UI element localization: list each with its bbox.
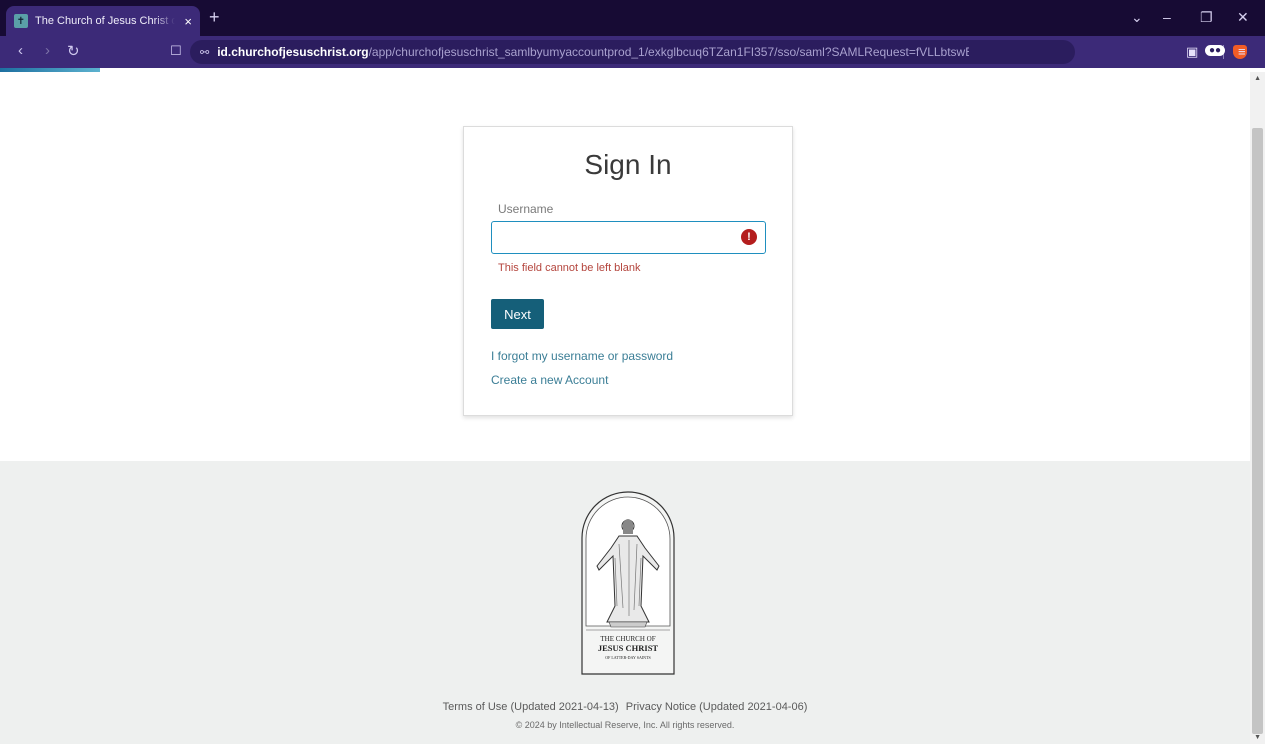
reload-icon[interactable]: ↻ [67,42,80,60]
url-host: id.churchofjesuschrist.org [217,45,369,59]
restore-button[interactable]: ❐ [1200,9,1213,26]
page-footer: THE CHURCH OF JESUS CHRIST OF LATTER-DAY… [0,461,1250,744]
url-field[interactable]: ⚯ id.churchofjesuschrist.org /app/church… [190,40,1247,64]
wallet-icon[interactable]: ●● [1205,45,1226,56]
sidebar-toggle-icon[interactable]: ▣ [1186,44,1198,60]
new-tab-button[interactable]: + [209,7,220,28]
copyright-text: © 2024 by Intellectual Reserve, Inc. All… [515,720,735,730]
church-logo: THE CHURCH OF JESUS CHRIST OF LATTER-DAY… [581,491,675,675]
next-button[interactable]: Next [491,299,544,329]
page-load-progress [0,68,100,72]
signin-title: Sign In [584,149,672,180]
username-input[interactable] [491,221,766,254]
scroll-up-arrow-icon[interactable]: ▲ [1254,75,1261,82]
logo-line-2: JESUS CHRIST [598,643,659,653]
site-info-icon[interactable]: ⚯ [200,46,209,59]
footer-links: Terms of Use (Updated 2021-04-13) Privac… [0,701,1250,713]
error-icon: ! [741,229,757,245]
logo-line-1: THE CHURCH OF [600,635,655,643]
bookmark-icon[interactable]: ☐ [170,43,182,59]
minimize-button[interactable]: – [1163,9,1171,25]
signin-card: Sign In Username ! This field cannot be … [463,126,793,416]
privacy-notice-link[interactable]: Privacy Notice (Updated 2021-04-06) [626,701,808,713]
username-error-message: This field cannot be left blank [498,262,641,274]
close-window-button[interactable]: ✕ [1237,9,1249,26]
url-path: /app/churchofjesuschrist_samlbyumyaccoun… [368,45,969,59]
menu-icon[interactable]: ≡ [1238,44,1246,59]
browser-tab-bar: ✝ The Church of Jesus Christ of La × + ⌄… [0,0,1265,36]
scrollbar-thumb[interactable] [1252,128,1263,734]
logo-line-3: OF LATTER-DAY SAINTS [605,655,650,660]
forgot-credentials-link[interactable]: I forgot my username or password [491,349,673,363]
back-icon[interactable]: ‹ [18,42,23,59]
scroll-down-arrow-icon[interactable]: ▼ [1254,734,1261,741]
close-tab-icon[interactable]: × [184,14,192,29]
terms-of-use-link[interactable]: Terms of Use (Updated 2021-04-13) [443,701,619,713]
browser-tab[interactable]: ✝ The Church of Jesus Christ of La × [6,6,200,36]
create-account-link[interactable]: Create a new Account [491,373,608,387]
address-bar-row: ‹ › ↻ ☐ ⚯ id.churchofjesuschrist.org /ap… [0,36,1265,68]
forward-icon[interactable]: › [45,42,50,59]
username-label: Username [498,202,554,216]
tab-search-icon[interactable]: ⌄ [1131,9,1143,26]
tab-title: The Church of Jesus Christ of La [35,15,175,27]
church-favicon-icon: ✝ [14,14,28,28]
